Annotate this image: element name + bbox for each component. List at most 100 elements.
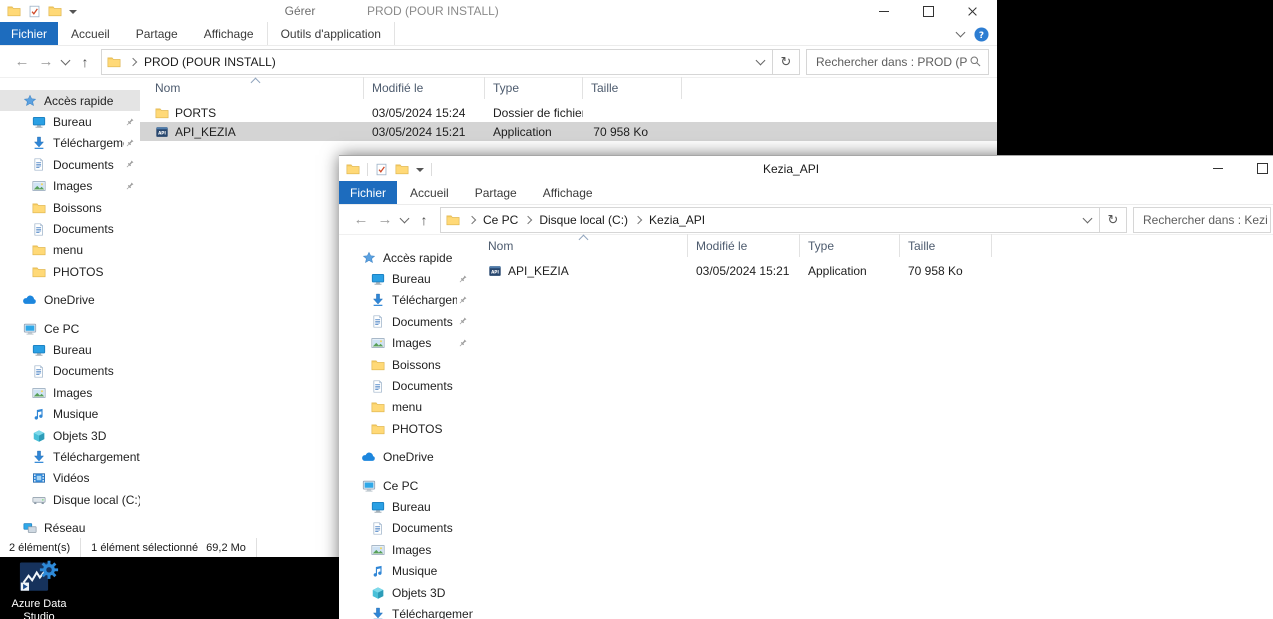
ribbon-tab[interactable]: Partage [462,181,530,204]
sidebar-item[interactable]: Boissons [0,197,140,218]
ribbon-tab[interactable]: Partage [123,22,191,45]
column-header-name[interactable]: Nom [140,77,364,99]
sidebar-item[interactable]: Bureau [0,339,140,360]
search-input[interactable] [807,55,969,69]
breadcrumb-item[interactable]: Ce PC [462,213,518,227]
sidebar-item[interactable]: Réseau [0,517,140,538]
ribbon-tab[interactable]: Affichage [530,181,606,204]
folder-icon [31,265,46,279]
sidebar-item[interactable]: Bureau [339,496,473,517]
ribbon-tab[interactable]: Fichier [339,181,397,204]
new-folder-icon[interactable] [395,162,409,176]
sidebar-item[interactable]: Accès rapide [0,90,140,111]
collapse-ribbon-icon[interactable] [956,28,966,38]
sidebar-item[interactable]: Documents [0,154,140,175]
column-header-modified[interactable]: Modifié le [364,77,485,99]
sidebar-item[interactable]: Images [0,382,140,403]
address-bar[interactable]: PROD (POUR INSTALL) [101,49,773,75]
forward-button[interactable] [34,46,58,77]
ribbon-tab[interactable]: Affichage [191,22,267,45]
sidebar-item[interactable]: PHOTOS [339,418,473,439]
sidebar-item[interactable]: Documents [0,361,140,382]
sidebar-item[interactable]: Téléchargements [339,603,473,619]
sidebar-item[interactable]: Bureau [339,268,473,289]
column-header-name[interactable]: Nom [473,234,688,257]
ribbon-tab[interactable]: Accueil [58,22,123,45]
sidebar-item[interactable]: Bureau [0,111,140,132]
pin-icon [457,316,473,327]
folder-icon[interactable] [7,4,21,18]
sidebar-item[interactable]: Images [339,333,473,354]
help-icon[interactable]: ? [974,27,989,42]
forward-button[interactable] [373,205,397,234]
sidebar-item[interactable]: Ce PC [339,475,473,496]
sidebar-item[interactable]: Documents [339,375,473,396]
breadcrumb-item[interactable]: PROD (POUR INSTALL) [123,55,276,69]
search-input[interactable] [1134,213,1270,227]
column-header-type[interactable]: Type [800,234,900,257]
customize-toolbar-icon[interactable] [69,10,77,14]
sidebar-item[interactable]: Documents [339,311,473,332]
minimize-button[interactable] [1196,156,1240,181]
back-button[interactable] [349,205,373,234]
sidebar-item[interactable]: Documents [0,218,140,239]
customize-toolbar-icon[interactable] [416,168,424,172]
sidebar-item[interactable]: Objets 3D [339,582,473,603]
sidebar-item[interactable]: Images [0,176,140,197]
address-dropdown-icon[interactable] [748,50,772,74]
sidebar-item[interactable]: menu [339,397,473,418]
file-row[interactable]: APIAPI_KEZIA 03/05/2024 15:21 Applicatio… [473,261,1273,280]
sidebar-item[interactable]: Téléchargements [339,290,473,311]
refresh-button[interactable] [1100,207,1127,233]
title-bar[interactable]: Kezia_API [339,156,1273,181]
new-folder-icon[interactable] [48,4,62,18]
desktop-shortcut-azure-data-studio[interactable]: Azure Data Studio [4,558,74,619]
ribbon-tab[interactable]: Outils d'application [267,22,395,45]
up-button[interactable] [73,46,97,77]
breadcrumb-item[interactable]: Disque local (C:) [518,213,628,227]
sidebar-item[interactable]: Musique [0,403,140,424]
sidebar-item[interactable]: menu [0,240,140,261]
folder-icon[interactable] [346,162,360,176]
maximize-button[interactable] [906,0,950,22]
properties-icon[interactable] [28,5,41,18]
minimize-button[interactable] [862,0,906,22]
ribbon-tab[interactable]: Fichier [0,22,58,45]
sidebar-item[interactable]: Ce PC [0,318,140,339]
address-bar[interactable]: Ce PCDisque local (C:)Kezia_API [440,207,1100,233]
properties-icon[interactable] [375,163,388,176]
address-dropdown-icon[interactable] [1075,208,1099,232]
recent-locations-icon[interactable] [58,46,73,77]
sidebar-item[interactable]: Documents [339,518,473,539]
column-header-size[interactable]: Taille [583,77,682,99]
sidebar-item[interactable]: Accès rapide [339,247,473,268]
back-button[interactable] [10,46,34,77]
up-button[interactable] [412,205,436,234]
breadcrumb-item[interactable]: Kezia_API [628,213,705,227]
sidebar-item[interactable]: Téléchargements [0,133,140,154]
title-bar[interactable]: Gérer PROD (POUR INSTALL) [0,0,997,22]
maximize-button[interactable] [1240,156,1273,181]
close-button[interactable] [950,0,994,22]
sidebar-item[interactable]: Boissons [339,354,473,375]
sidebar-item[interactable]: Vidéos [0,468,140,489]
sidebar-item[interactable]: Objets 3D [0,425,140,446]
column-header-modified[interactable]: Modifié le [688,234,800,257]
ribbon-tab[interactable]: Accueil [397,181,462,204]
column-header-type[interactable]: Type [485,77,583,99]
sidebar-item[interactable]: Téléchargements [0,446,140,467]
sidebar-item[interactable]: Disque local (C:) [0,489,140,510]
sidebar-item[interactable]: PHOTOS [0,261,140,282]
refresh-button[interactable] [773,49,800,75]
sidebar-item[interactable]: OneDrive [339,447,473,468]
column-header-size[interactable]: Taille [900,234,992,257]
search-icon[interactable] [969,55,982,68]
file-row[interactable]: PORTS 03/05/2024 15:24 Dossier de fichie… [140,103,997,122]
file-row[interactable]: APIAPI_KEZIA 03/05/2024 15:21 Applicatio… [140,122,997,141]
sidebar-item[interactable]: OneDrive [0,290,140,311]
sidebar-item[interactable]: Images [339,539,473,560]
recent-locations-icon[interactable] [397,205,412,234]
document-icon [31,223,46,236]
svg-text:API: API [491,269,499,274]
sidebar-item[interactable]: Musique [339,560,473,581]
